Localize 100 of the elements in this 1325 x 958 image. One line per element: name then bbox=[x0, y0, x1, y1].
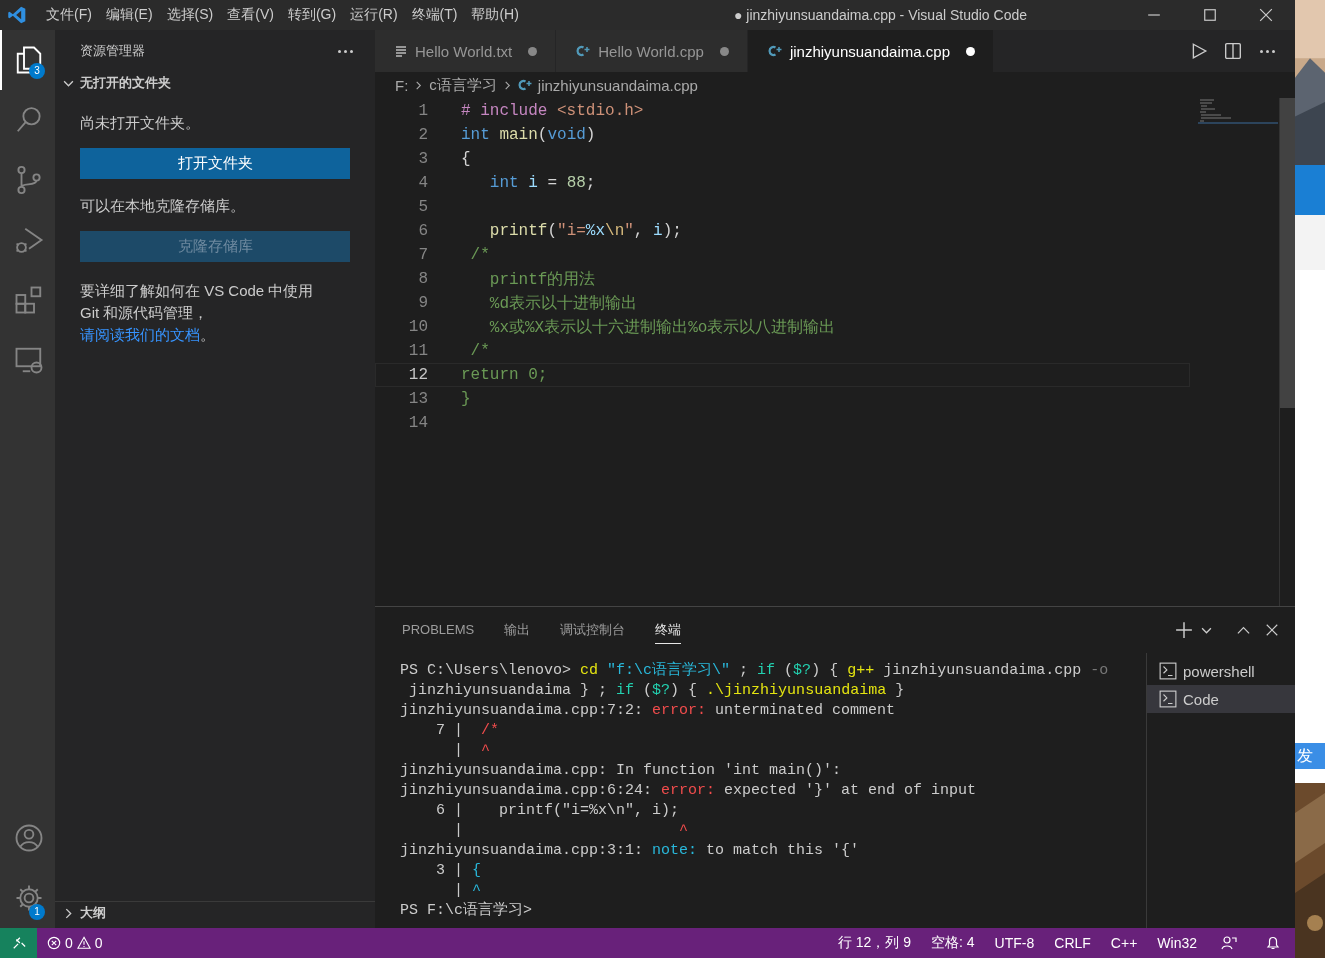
terminal-line: jinzhiyunsuandaima.cpp:7:2: error: unterminated comment bbox=[400, 701, 897, 721]
status-item[interactable]: CRLF bbox=[1044, 935, 1101, 951]
terminal-line: | ^ bbox=[453, 881, 483, 901]
unsaved-dot-icon bbox=[719, 46, 729, 56]
code-line: %d表示以十进制输出 bbox=[488, 293, 637, 314]
panel-tab[interactable]: 终端 bbox=[655, 616, 682, 644]
status-item[interactable]: C++ bbox=[1100, 935, 1148, 951]
terminal-line: | ^ bbox=[453, 821, 690, 841]
sidebar-title: 资源管理器 bbox=[80, 42, 145, 60]
menu-item[interactable]: 运行(R) bbox=[343, 6, 405, 24]
code-line: /* bbox=[469, 246, 490, 264]
scrollbar-thumb[interactable] bbox=[1280, 98, 1295, 408]
terminal-line: jinzhiyunsuandaima.cpp:3:1: note: to match this '{' bbox=[400, 841, 861, 861]
code-line: %x或%X表示以十六进制输出%o表示以八进制输出 bbox=[488, 317, 836, 338]
terminal-item[interactable]: powershell bbox=[1147, 657, 1295, 685]
menu-item[interactable]: 选择(S) bbox=[159, 6, 221, 24]
cpp-file-icon bbox=[767, 45, 782, 57]
window-title: ● jinzhiyunsuandaima.cpp - Visual Studio Code bbox=[733, 7, 1027, 23]
error-icon bbox=[47, 936, 61, 950]
line-number: 12 bbox=[407, 366, 428, 384]
line-number: 4 bbox=[417, 174, 428, 192]
cpp-file-icon bbox=[517, 79, 532, 91]
code-line: # include <stdio.h> bbox=[461, 102, 644, 120]
line-number: 11 bbox=[407, 342, 428, 360]
app-logo-icon bbox=[7, 5, 27, 25]
split-editor-icon[interactable] bbox=[1224, 42, 1242, 60]
section-header[interactable]: 大纲 bbox=[55, 901, 375, 924]
docs-link[interactable]: 请阅读我们的文档 bbox=[80, 326, 200, 343]
code-line: } bbox=[461, 390, 471, 408]
line-number: 2 bbox=[417, 126, 428, 144]
text-file-icon bbox=[395, 45, 407, 57]
status-item[interactable]: UTF-8 bbox=[984, 935, 1045, 951]
code-line: /* bbox=[469, 342, 490, 360]
status-item[interactable]: 行 12，列 9 bbox=[827, 934, 922, 952]
add-icon[interactable] bbox=[1175, 621, 1193, 639]
bell-icon[interactable] bbox=[1265, 935, 1281, 951]
chevron-icon bbox=[502, 80, 512, 90]
terminal-line: 7 | /* bbox=[435, 721, 501, 741]
maximize-icon[interactable] bbox=[1203, 8, 1217, 22]
line-number: 9 bbox=[417, 294, 428, 312]
problems-status[interactable]: 0 0 bbox=[37, 935, 113, 951]
menu-item[interactable]: 编辑(E) bbox=[98, 6, 160, 24]
line-number: 13 bbox=[407, 390, 428, 408]
run-icon[interactable] bbox=[1190, 42, 1208, 60]
line-number: 14 bbox=[407, 414, 428, 432]
terminal-line: | ^ bbox=[453, 741, 492, 761]
code-line: return 0; bbox=[461, 366, 548, 384]
line-number: 7 bbox=[417, 246, 428, 264]
editor-tab[interactable]: Hello World.cpp bbox=[556, 30, 748, 72]
extensions-icon bbox=[13, 285, 44, 315]
line-number: 8 bbox=[417, 270, 428, 288]
terminal-icon bbox=[1159, 690, 1177, 708]
terminal-line: PS C:\Users\lenovo> cd "f:\c语言学习\" ; if ($?) { g++ jinzhiyunsuandaima.cpp -o bbox=[400, 661, 1110, 681]
panel-tab[interactable]: 调试控制台 bbox=[560, 616, 626, 644]
code-line: int i = 88; bbox=[488, 174, 596, 192]
menu-item[interactable]: 终端(T) bbox=[404, 6, 465, 24]
menu-item[interactable]: 转到(G) bbox=[280, 6, 344, 24]
code-line: printf的用法 bbox=[488, 269, 596, 290]
panel-tab[interactable]: 输出 bbox=[504, 616, 531, 644]
menu-item[interactable]: 帮助(H) bbox=[464, 6, 526, 24]
cpp-file-icon bbox=[576, 45, 591, 57]
terminal-icon bbox=[1159, 662, 1177, 680]
activity-button[interactable]: 1 bbox=[0, 868, 55, 928]
line-number: 10 bbox=[407, 318, 428, 336]
toolbar-strip bbox=[1295, 215, 1325, 270]
terminal-line: 6 | printf("i=%x\n", i); bbox=[435, 801, 681, 821]
info-text: 可以在本地克隆存储库。 bbox=[80, 196, 246, 216]
breadcrumb-item[interactable]: jinzhiyunsuandaima.cpp bbox=[537, 76, 698, 94]
status-item[interactable]: 空格: 4 bbox=[921, 934, 985, 952]
code-line: { bbox=[461, 150, 471, 168]
open-folder-button[interactable]: 打开文件夹 bbox=[80, 148, 350, 179]
section-header[interactable]: 无打开的文件夹 bbox=[55, 72, 375, 94]
terminal-line: 3 | { bbox=[435, 861, 483, 881]
warning-icon bbox=[76, 936, 91, 950]
close-icon[interactable] bbox=[1265, 623, 1279, 637]
feedback-icon[interactable] bbox=[1221, 935, 1237, 951]
close-icon[interactable] bbox=[1259, 8, 1273, 22]
terminal-line: jinzhiyunsuandaima.cpp:6:24: error: expected '}' at end of input bbox=[400, 781, 978, 801]
unsaved-dot-icon bbox=[528, 46, 538, 56]
line-number: 6 bbox=[417, 222, 428, 240]
account-icon bbox=[13, 823, 44, 853]
line-number: 1 bbox=[417, 102, 428, 120]
breadcrumb-item[interactable]: c语言学习 bbox=[429, 75, 497, 95]
code-line: int main(void) bbox=[461, 126, 596, 144]
terminal-line: jinzhiyunsuandaima.cpp: In function 'int main()': bbox=[400, 761, 843, 781]
menu-item[interactable]: 查看(V) bbox=[220, 6, 281, 24]
remote-icon bbox=[11, 936, 26, 950]
breadcrumb-item[interactable]: F: bbox=[395, 76, 409, 94]
chevron-icon bbox=[414, 80, 424, 90]
line-number: 3 bbox=[417, 150, 428, 168]
status-item[interactable]: Win32 bbox=[1147, 935, 1207, 951]
count-badge: 3 bbox=[29, 63, 45, 79]
terminal-line: PS F:\c语言学习> bbox=[400, 901, 533, 921]
count-badge: 1 bbox=[29, 904, 45, 920]
editor-tab[interactable]: Hello World.txt bbox=[375, 30, 557, 72]
editor-tab[interactable]: jinzhiyunsuandaima.cpp bbox=[747, 30, 994, 72]
terminal-item[interactable]: Code bbox=[1147, 685, 1295, 713]
menu-item[interactable]: 文件(F) bbox=[39, 6, 99, 24]
panel-tab[interactable]: PROBLEMS bbox=[402, 618, 475, 642]
run-debug-icon bbox=[13, 225, 44, 255]
